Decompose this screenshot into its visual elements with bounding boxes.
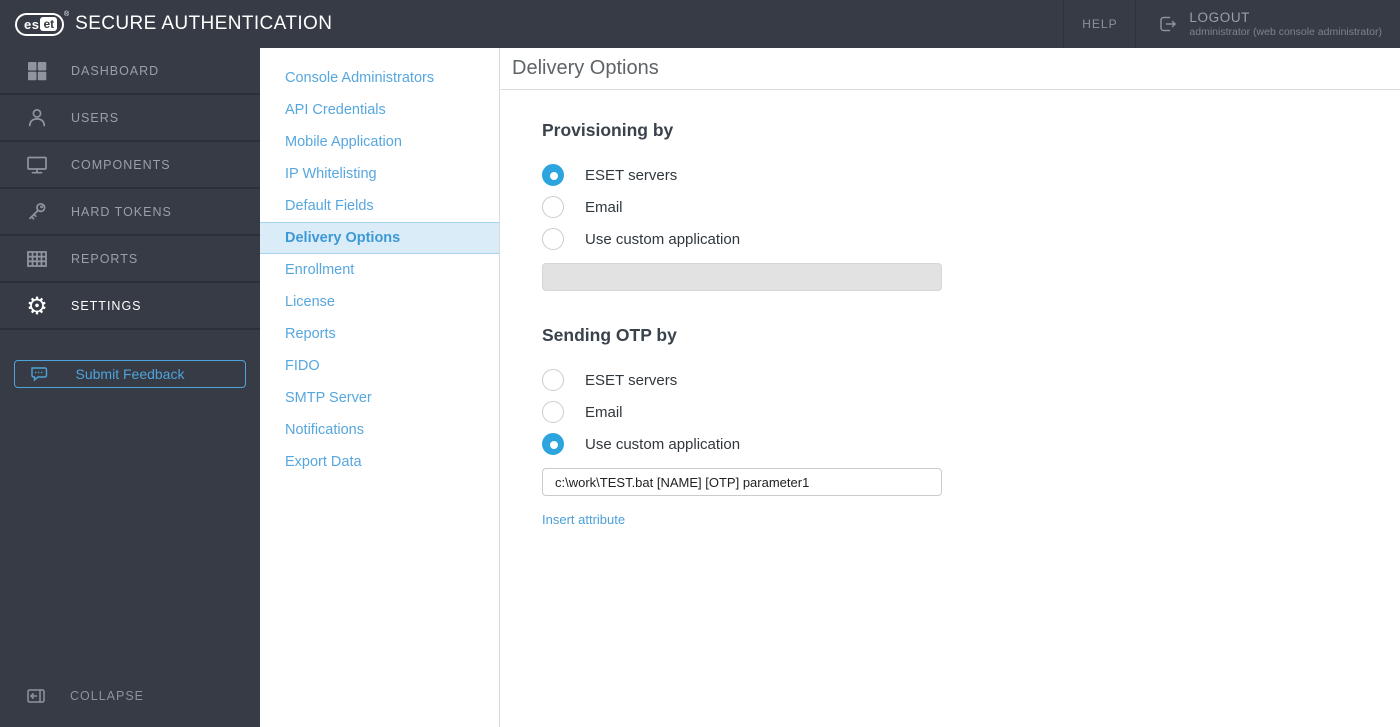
main-content: Delivery Options Provisioning by ESET se… (501, 48, 1400, 727)
provisioning-section: Provisioning by ESET servers Email Use c… (542, 120, 1400, 291)
submit-feedback-button[interactable]: Submit Feedback (14, 360, 246, 388)
registered-mark: ® (63, 10, 70, 18)
brand-area: es et ® SECURE AUTHENTICATION (0, 0, 332, 48)
otp-heading: Sending OTP by (542, 325, 677, 345)
settings-menu-item[interactable]: Reports (260, 318, 499, 350)
settings-menu-item-label: Delivery Options (285, 230, 401, 246)
page-title: Delivery Options (512, 57, 659, 79)
provisioning-heading: Provisioning by (542, 120, 674, 140)
sidebar-item[interactable]: DASHBOARD (0, 48, 260, 95)
settings-menu-item-label: Enrollment (285, 262, 355, 278)
settings-menu-item[interactable]: API Credentials (260, 94, 499, 126)
radio-label: ESET servers (585, 371, 678, 389)
sidebar-item-label: COMPONENTS (71, 157, 171, 172)
sidebar-item[interactable]: REPORTS (0, 236, 260, 283)
settings-menu-item-label: License (285, 294, 335, 310)
settings-menu-item[interactable]: SMTP Server (260, 382, 499, 414)
provisioning-radio-option[interactable]: Use custom application (542, 228, 1400, 250)
radio-button[interactable] (542, 433, 564, 455)
main-sidebar: DASHBOARD USERS COMPONENTS HARD TOKENS R… (0, 48, 260, 727)
settings-menu-item[interactable]: Notifications (260, 414, 499, 446)
settings-menu-item-label: FIDO (285, 358, 320, 374)
collapse-sidebar-button[interactable]: COLLAPSE (0, 687, 260, 727)
sidebar-item-label: DASHBOARD (71, 63, 160, 78)
radio-button[interactable] (542, 228, 564, 250)
settings-menu-item-label: Export Data (285, 454, 362, 470)
settings-menu-item[interactable]: Enrollment (260, 254, 499, 286)
collapse-arrow-icon (26, 687, 48, 705)
settings-gear-icon: ⚙ (26, 291, 48, 320)
logout-button[interactable]: LOGOUT administrator (web console admini… (1136, 0, 1400, 48)
hard-tokens-icon (23, 199, 51, 225)
provisioning-radio-option[interactable]: ESET servers (542, 164, 1400, 186)
page-header: Delivery Options (501, 48, 1400, 90)
users-icon (23, 105, 51, 131)
settings-menu-item-label: Reports (285, 326, 336, 342)
collapse-label: COLLAPSE (70, 689, 145, 703)
eset-logo-text: es (24, 16, 40, 32)
settings-menu-item-label: Console Administrators (285, 70, 435, 86)
settings-menu-item-label: Mobile Application (285, 134, 402, 150)
sidebar-item[interactable]: ⚙ SETTINGS (0, 283, 260, 330)
submit-feedback-label: Submit Feedback (75, 366, 185, 382)
sidebar-item[interactable]: USERS (0, 95, 260, 142)
settings-menu-item[interactable]: Delivery Options (260, 222, 499, 254)
settings-menu-item[interactable]: License (260, 286, 499, 318)
settings-menu-item[interactable]: Default Fields (260, 190, 499, 222)
settings-menu-item[interactable]: Mobile Application (260, 126, 499, 158)
sidebar-item-label: USERS (71, 110, 120, 125)
otp-radio-option[interactable]: Use custom application (542, 433, 1400, 455)
otp-section: Sending OTP by ESET servers Email Use cu… (542, 325, 1400, 529)
otp-custom-app-input[interactable] (542, 468, 942, 496)
radio-button[interactable] (542, 164, 564, 186)
sidebar-item-label: SETTINGS (71, 298, 142, 313)
settings-menu-item[interactable]: Console Administrators (260, 62, 499, 94)
provisioning-radio-option[interactable]: Email (542, 196, 1400, 218)
top-bar: es et ® SECURE AUTHENTICATION HELP LOGOU… (0, 0, 1400, 48)
reports-icon (23, 246, 51, 272)
radio-button[interactable] (542, 196, 564, 218)
radio-label: Use custom application (585, 435, 741, 453)
logout-label: LOGOUT (1189, 10, 1251, 25)
eset-logo: es et ® (15, 11, 69, 36)
radio-label: ESET servers (585, 166, 678, 184)
logged-in-user: administrator (web console administrator… (1189, 26, 1382, 38)
feedback-bubble-icon (30, 366, 49, 388)
radio-label: Email (585, 198, 623, 216)
sidebar-item[interactable]: HARD TOKENS (0, 189, 260, 236)
settings-menu-item[interactable]: FIDO (260, 350, 499, 382)
radio-button[interactable] (542, 369, 564, 391)
app-title: SECURE AUTHENTICATION (75, 13, 333, 34)
settings-menu-item-label: Default Fields (285, 198, 374, 214)
sidebar-item[interactable]: COMPONENTS (0, 142, 260, 189)
radio-button[interactable] (542, 401, 564, 423)
settings-menu-item-label: SMTP Server (285, 390, 372, 406)
radio-label: Use custom application (585, 230, 741, 248)
settings-menu-item-label: IP Whitelisting (285, 166, 377, 182)
otp-radio-option[interactable]: Email (542, 401, 1400, 423)
insert-attribute-link[interactable]: Insert attribute (542, 512, 625, 527)
sidebar-item-label: REPORTS (71, 251, 139, 266)
sidebar-item-label: HARD TOKENS (71, 204, 172, 219)
help-button[interactable]: HELP (1063, 0, 1137, 48)
settings-submenu: Console Administrators API Credentials M… (260, 48, 500, 727)
otp-radio-option[interactable]: ESET servers (542, 369, 1400, 391)
eset-logo-text-boxed: et (40, 17, 58, 31)
settings-menu-item-label: Notifications (285, 422, 364, 438)
radio-label: Email (585, 403, 623, 421)
provisioning-custom-app-input (542, 263, 942, 291)
components-icon (23, 152, 51, 178)
settings-menu-item-label: API Credentials (285, 102, 386, 118)
settings-menu-item[interactable]: Export Data (260, 446, 499, 478)
settings-menu-item[interactable]: IP Whitelisting (260, 158, 499, 190)
dashboard-icon (23, 58, 51, 84)
logout-icon (1156, 13, 1178, 35)
